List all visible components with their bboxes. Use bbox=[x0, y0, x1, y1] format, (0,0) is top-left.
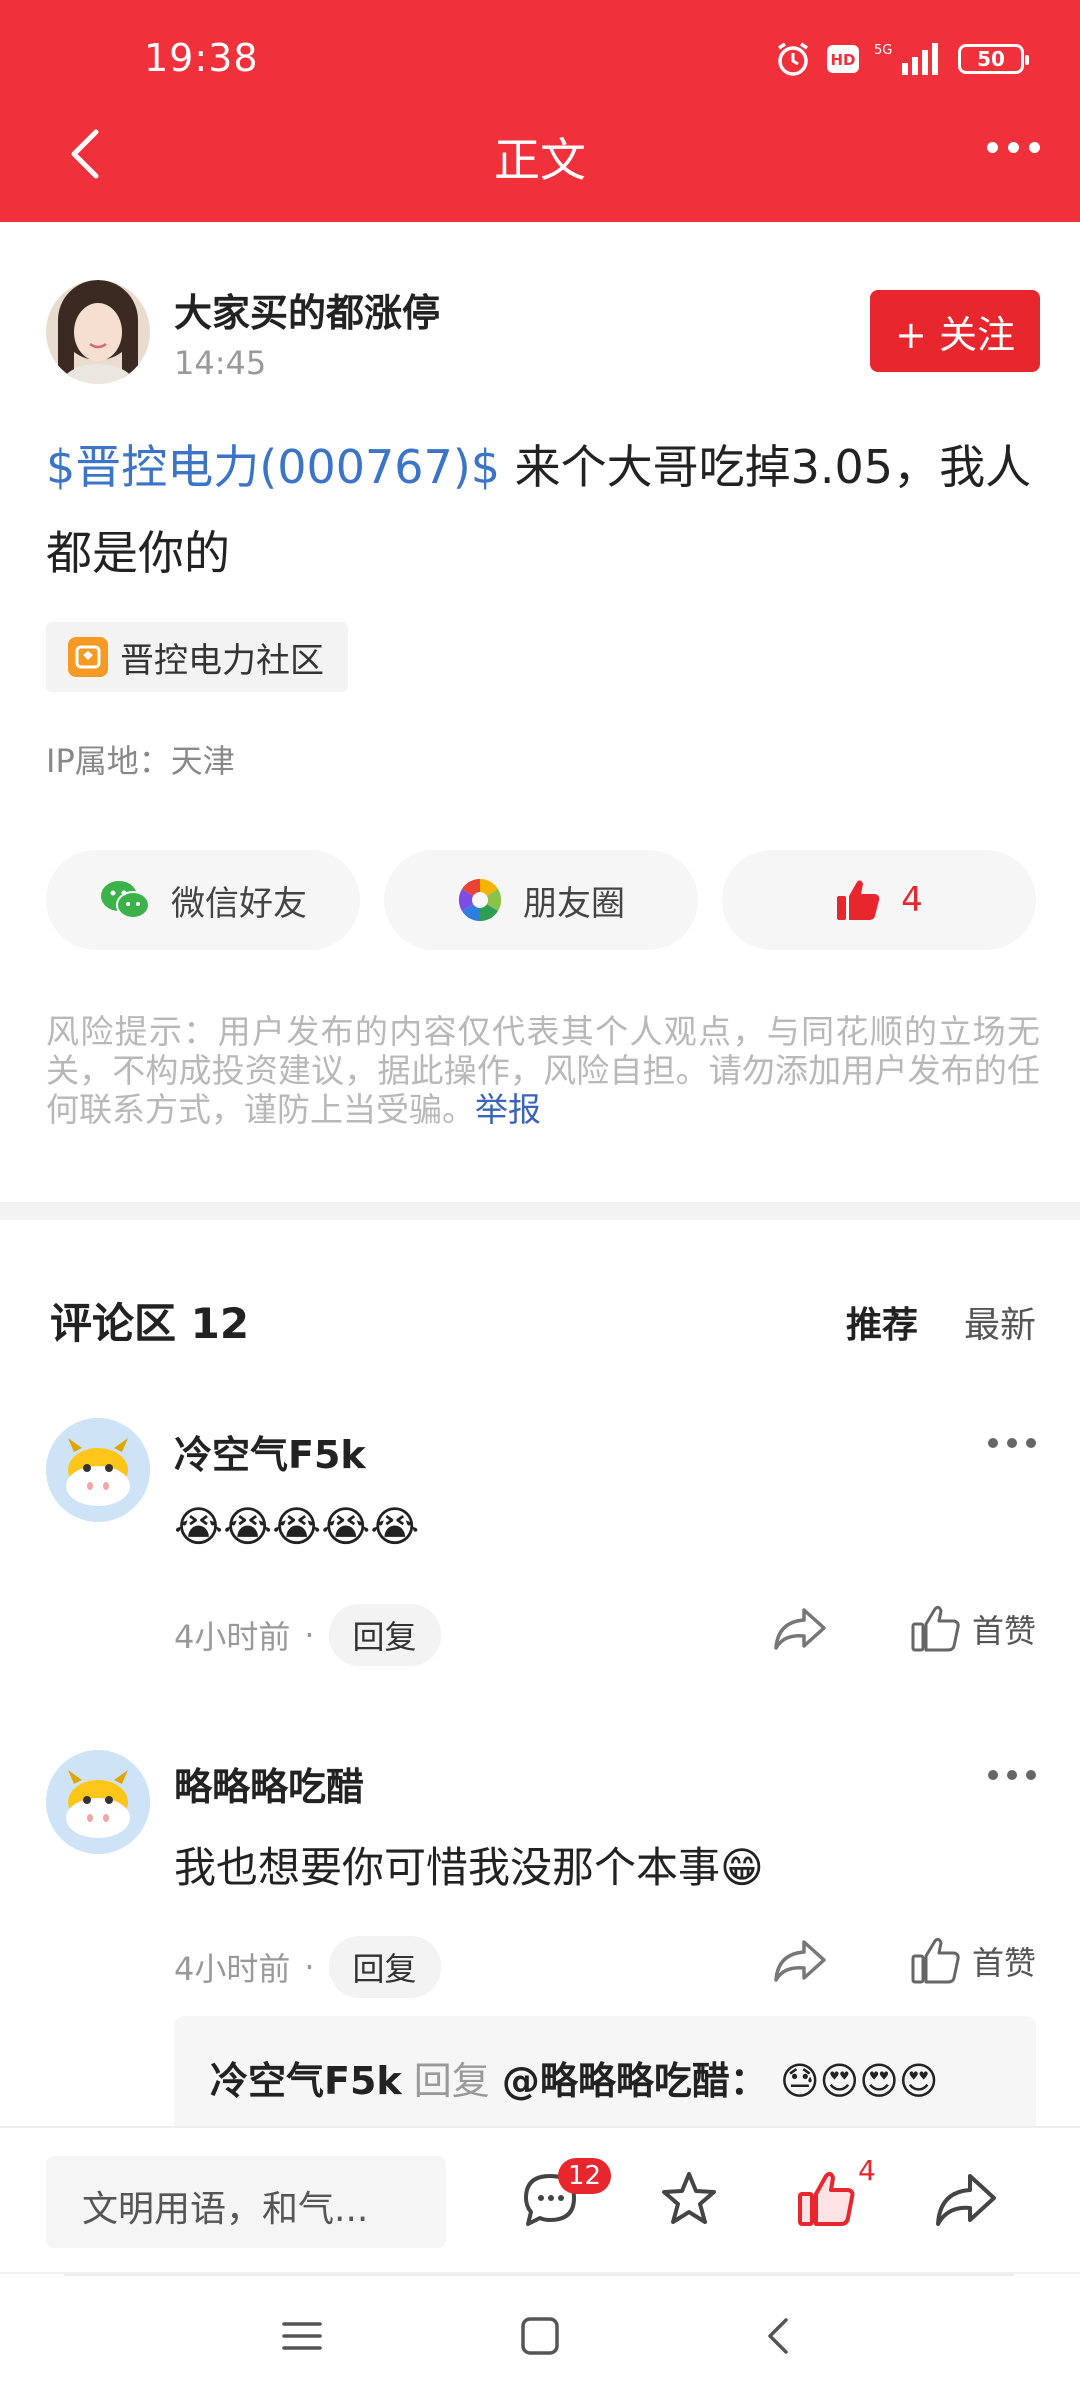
menu-icon[interactable] bbox=[282, 2316, 322, 2356]
comment-time: 4小时前 bbox=[174, 1950, 291, 1988]
favorite-button[interactable] bbox=[654, 2164, 724, 2234]
like-button[interactable]: 4 bbox=[722, 850, 1036, 950]
svg-text:HD: HD bbox=[830, 51, 855, 69]
thumbs-up-icon bbox=[837, 880, 880, 920]
system-nav-bar bbox=[0, 2272, 1080, 2400]
bottom-action-bar: 文明用语，和气... 12 4 bbox=[0, 2126, 1080, 2272]
comment-button[interactable]: 12 bbox=[516, 2158, 612, 2234]
community-tag[interactable]: 晋控电力社区 bbox=[46, 622, 348, 692]
comments-header: 评论区 12 推荐 最新 bbox=[50, 1284, 1036, 1354]
thumbs-up-red-icon bbox=[798, 2171, 855, 2226]
comments-title: 评论区 12 bbox=[50, 1299, 250, 1348]
share-wechat-button[interactable]: 微信好友 bbox=[46, 850, 360, 950]
sub-reply-word: 回复 bbox=[413, 2059, 490, 2103]
bottom-like-button[interactable]: 4 bbox=[792, 2154, 876, 2234]
share-icon[interactable] bbox=[770, 1936, 830, 1986]
comment-time: 4小时前 bbox=[174, 1618, 291, 1656]
back-nav-icon[interactable] bbox=[760, 2316, 800, 2356]
reply-button[interactable]: 回复 bbox=[328, 1936, 441, 1998]
comment-like[interactable]: 首赞 bbox=[910, 1936, 1036, 1986]
share-icon bbox=[936, 2174, 996, 2226]
risk-notice: 风险提示：用户发布的内容仅代表其个人观点，与同花顺的立场无关，不构成投资建议，据… bbox=[46, 1012, 1040, 1129]
svg-text:5G: 5G bbox=[874, 43, 892, 58]
comment-more-icon[interactable] bbox=[988, 1438, 1036, 1448]
sort-recommend-tab[interactable]: 推荐 bbox=[846, 1296, 918, 1348]
star-icon bbox=[662, 2172, 716, 2224]
comment-author[interactable]: 冷空气F5k bbox=[174, 1424, 366, 1479]
post-time: 14:45 bbox=[174, 344, 267, 382]
comment-text: 我也想要你可惜我没那个本事😁 bbox=[174, 1843, 764, 1892]
share-row: 微信好友 朋友圈 4 bbox=[46, 850, 1036, 950]
hd-icon: HD bbox=[827, 45, 859, 73]
report-link[interactable]: 举报 bbox=[475, 1090, 541, 1129]
sub-reply[interactable]: 冷空气F5k 回复 @略略略吃醋： 😓😍😍😍 bbox=[174, 2016, 1036, 2126]
share-icon[interactable] bbox=[770, 1604, 830, 1654]
reply-button[interactable]: 回复 bbox=[328, 1604, 441, 1666]
comment-count-badge: 12 bbox=[558, 2158, 612, 2194]
page-title: 正文 bbox=[494, 133, 586, 187]
status-icons: HD 5G 50 bbox=[774, 40, 1029, 78]
share-wechat-label: 微信好友 bbox=[171, 883, 307, 924]
comment-item: 冷空气F5k 😭😭😭😭😭 4小时前 · 回复 首赞 bbox=[46, 1418, 1036, 1666]
bottom-like-count: 4 bbox=[858, 2154, 876, 2187]
author-name[interactable]: 大家买的都涨停 bbox=[174, 282, 440, 337]
alarm-icon bbox=[778, 42, 808, 76]
more-icon[interactable] bbox=[987, 142, 1040, 153]
follow-button[interactable]: + 关注 bbox=[870, 290, 1040, 372]
post-content: $晋控电力(000767)$ 来个大哥吃掉3.05，我人都是你的 bbox=[46, 424, 1036, 596]
comment-item: 略略略吃醋 我也想要你可惜我没那个本事😁 4小时前 · 回复 首赞 bbox=[46, 1750, 1036, 2010]
bottom-share-button[interactable] bbox=[930, 2164, 1000, 2234]
home-icon[interactable] bbox=[520, 2316, 560, 2356]
sub-reply-text: 😓😍😍😍 bbox=[779, 2059, 939, 2103]
comment-meta: 4小时前 · 回复 bbox=[174, 1604, 441, 1666]
comment-like-label: 首赞 bbox=[971, 1944, 1036, 1982]
comment-like[interactable]: 首赞 bbox=[910, 1604, 1036, 1654]
cow-avatar-icon[interactable] bbox=[46, 1418, 150, 1522]
dot-separator: · bbox=[304, 1948, 315, 1986]
comment-text: 😭😭😭😭😭 bbox=[174, 1502, 420, 1551]
section-divider bbox=[0, 1202, 1080, 1220]
ip-location: IP属地：天津 bbox=[46, 742, 235, 780]
stock-link[interactable]: $晋控电力(000767)$ bbox=[46, 440, 500, 494]
comment-sort: 推荐 最新 bbox=[846, 1296, 1036, 1348]
post-author: 大家买的都涨停 14:45 + 关注 bbox=[46, 276, 1046, 386]
signal-icon: 5G bbox=[874, 43, 938, 75]
wechat-icon bbox=[101, 881, 150, 919]
sub-reply-mention[interactable]: @略略略吃醋： bbox=[502, 2059, 768, 2103]
nav-bar: 正文 bbox=[0, 110, 1080, 200]
comment-more-icon[interactable] bbox=[988, 1770, 1036, 1780]
dot-separator: · bbox=[304, 1616, 315, 1654]
status-time: 19:38 bbox=[144, 36, 259, 80]
like-count: 4 bbox=[901, 880, 923, 920]
app-header: 19:38 HD 5G 50 正文 bbox=[0, 0, 1080, 222]
comment-author[interactable]: 略略略吃醋 bbox=[174, 1756, 364, 1811]
risk-text: 风险提示：用户发布的内容仅代表其个人观点，与同花顺的立场无关，不构成投资建议，据… bbox=[46, 1012, 1040, 1129]
moments-icon bbox=[458, 878, 502, 922]
share-moments-label: 朋友圈 bbox=[523, 883, 625, 924]
nav-divider bbox=[64, 2274, 1014, 2276]
battery-icon: 50 bbox=[958, 44, 1029, 74]
sort-latest-tab[interactable]: 最新 bbox=[964, 1296, 1036, 1348]
avatar[interactable] bbox=[46, 280, 150, 384]
share-moments-button[interactable]: 朋友圈 bbox=[384, 850, 698, 950]
battery-level: 50 bbox=[977, 47, 1005, 71]
cow-avatar-icon[interactable] bbox=[46, 1750, 150, 1854]
status-bar: 19:38 HD 5G 50 bbox=[0, 34, 1080, 84]
community-icon bbox=[68, 637, 108, 677]
thumbs-up-outline-icon bbox=[911, 1605, 960, 1652]
comment-input[interactable]: 文明用语，和气... bbox=[46, 2156, 446, 2248]
sub-reply-author[interactable]: 冷空气F5k bbox=[210, 2059, 402, 2103]
comment-like-label: 首赞 bbox=[971, 1612, 1036, 1650]
comment-meta: 4小时前 · 回复 bbox=[174, 1936, 441, 1998]
community-label: 晋控电力社区 bbox=[120, 640, 324, 681]
thumbs-up-outline-icon bbox=[911, 1937, 960, 1984]
